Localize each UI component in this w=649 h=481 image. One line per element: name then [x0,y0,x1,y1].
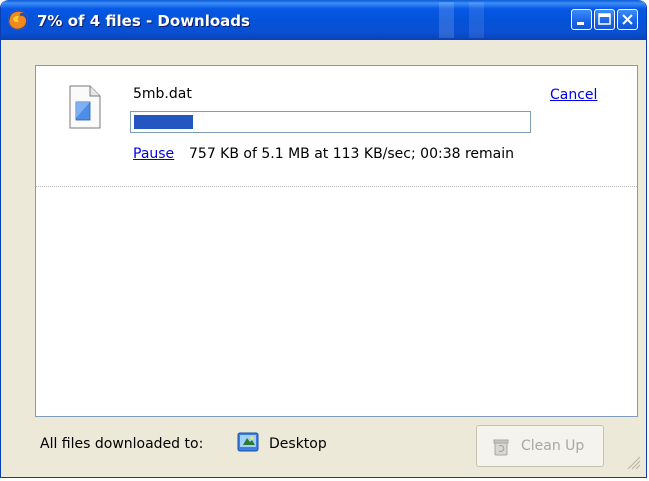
cancel-link[interactable]: Cancel [550,87,597,103]
clean-up-label: Clean Up [521,438,585,454]
desktop-folder-icon [237,432,259,452]
download-item[interactable]: 5mb.dat Cancel Pause 757 KB of 5.1 MB at… [36,66,637,187]
maximize-button[interactable] [594,9,615,30]
download-progress-bar [130,111,531,133]
close-icon [622,14,633,25]
title-bar[interactable]: 7% of 4 files - Downloads [1,0,646,40]
downloads-window: 7% of 4 files - Downloads 5mb.dat Cancel… [0,0,647,478]
firefox-icon [8,10,28,30]
close-button[interactable] [617,9,638,30]
cleanup-icon [493,439,509,456]
window-title: 7% of 4 files - Downloads [37,12,250,30]
generic-file-icon [69,85,101,129]
file-name: 5mb.dat [133,86,192,102]
folder-name: Desktop [269,436,327,452]
progress-fill [134,115,193,129]
minimize-icon [577,22,584,25]
clean-up-button[interactable]: Clean Up [476,425,604,467]
pause-link[interactable]: Pause [133,146,174,162]
title-bar-decoration [439,2,499,38]
maximize-icon [598,13,611,25]
minimize-button[interactable] [571,9,592,30]
download-status: 757 KB of 5.1 MB at 113 KB/sec; 00:38 re… [189,146,515,162]
resize-grip-icon[interactable] [623,452,641,470]
downloaded-to-label: All files downloaded to: [40,436,204,452]
downloads-list[interactable]: 5mb.dat Cancel Pause 757 KB of 5.1 MB at… [35,65,638,417]
